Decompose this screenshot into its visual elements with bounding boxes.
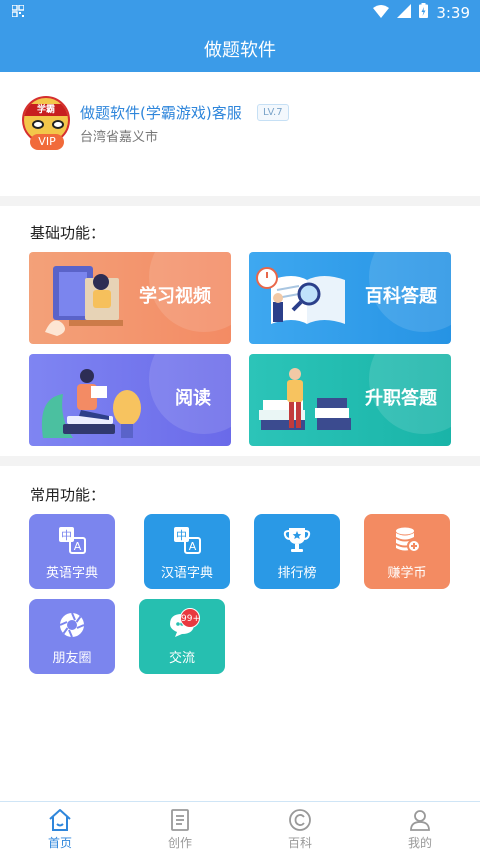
card-label: 学习视频 bbox=[139, 286, 211, 307]
coins-icon bbox=[396, 527, 421, 553]
trophy-icon bbox=[283, 528, 311, 552]
common-section-title: 常用功能： bbox=[30, 486, 106, 504]
vip-badge: VIP bbox=[30, 134, 64, 150]
home-icon bbox=[49, 809, 71, 831]
translate-icon: 中 A bbox=[174, 527, 201, 554]
bottom-tab-bar: 首页 创作 百科 我的 bbox=[0, 801, 480, 853]
chinese-dictionary-button[interactable]: 中 A 汉语字典 bbox=[144, 514, 230, 589]
tab-encyclopedia[interactable]: 百科 bbox=[240, 802, 360, 853]
tile-label: 赚学币 bbox=[387, 566, 427, 581]
document-icon bbox=[171, 809, 189, 831]
tab-label: 创作 bbox=[167, 836, 192, 850]
status-bar: 3:39 bbox=[0, 0, 480, 26]
card-label: 阅读 bbox=[175, 388, 211, 409]
aperture-icon bbox=[59, 612, 85, 638]
tile-label: 交流 bbox=[168, 651, 195, 666]
study-video-card[interactable]: 学习视频 bbox=[29, 252, 231, 344]
encyclopedia-quiz-card[interactable]: 百科答题 bbox=[249, 252, 451, 344]
section-divider bbox=[0, 196, 480, 206]
avatar-headband: 学霸 bbox=[24, 104, 68, 116]
tile-label: 汉语字典 bbox=[160, 566, 213, 581]
app-title-bar: 做题软件 bbox=[0, 26, 480, 72]
battery-charging-icon bbox=[419, 3, 429, 22]
tab-create[interactable]: 创作 bbox=[120, 802, 240, 853]
tile-label: 英语字典 bbox=[45, 566, 98, 581]
tile-label: 排行榜 bbox=[277, 566, 317, 581]
level-badge: LV.7 bbox=[257, 104, 289, 121]
tab-mine[interactable]: 我的 bbox=[360, 802, 480, 853]
tab-label: 首页 bbox=[47, 836, 72, 850]
tab-label: 百科 bbox=[287, 836, 312, 850]
reading-card[interactable]: 阅读 bbox=[29, 354, 231, 446]
profile-card[interactable]: 学霸 VIP 做题软件(学霸游戏)客服 LV.7 台湾省嘉义市 bbox=[0, 72, 480, 196]
leaderboard-button[interactable]: 排行榜 bbox=[254, 514, 340, 589]
books-person-icon bbox=[259, 368, 351, 430]
tile-label: 朋友圈 bbox=[52, 651, 92, 666]
section-divider bbox=[0, 456, 480, 466]
card-label: 百科答题 bbox=[365, 286, 437, 307]
status-time: 3:39 bbox=[436, 3, 470, 22]
svg-text:A: A bbox=[189, 540, 197, 553]
chat-button[interactable]: 99+ 交流 bbox=[139, 599, 225, 674]
study-illustration-icon bbox=[45, 266, 123, 336]
unread-badge: 99+ bbox=[180, 608, 200, 628]
page-title: 做题软件 bbox=[204, 40, 276, 61]
earn-coins-button[interactable]: 赚学币 bbox=[364, 514, 450, 589]
translate-icon: 中 A bbox=[59, 527, 86, 554]
copyright-icon bbox=[289, 809, 311, 831]
profile-location: 台湾省嘉义市 bbox=[80, 130, 159, 145]
promotion-quiz-card[interactable]: 升职答题 bbox=[249, 354, 451, 446]
profile-name[interactable]: 做题软件(学霸游戏)客服 bbox=[80, 102, 242, 123]
user-icon bbox=[410, 810, 430, 831]
book-magnifier-icon bbox=[256, 267, 345, 324]
tab-label: 我的 bbox=[407, 836, 432, 850]
signal-icon bbox=[397, 3, 412, 22]
tab-home[interactable]: 首页 bbox=[0, 802, 120, 853]
english-dictionary-button[interactable]: 中 A 英语字典 bbox=[29, 514, 115, 589]
qr-icon bbox=[11, 4, 25, 20]
moments-button[interactable]: 朋友圈 bbox=[29, 599, 115, 674]
basic-section-title: 基础功能： bbox=[30, 224, 106, 242]
card-label: 升职答题 bbox=[365, 388, 437, 409]
reading-illustration-icon bbox=[41, 369, 141, 438]
svg-text:A: A bbox=[74, 540, 82, 553]
wifi-icon bbox=[373, 4, 390, 22]
